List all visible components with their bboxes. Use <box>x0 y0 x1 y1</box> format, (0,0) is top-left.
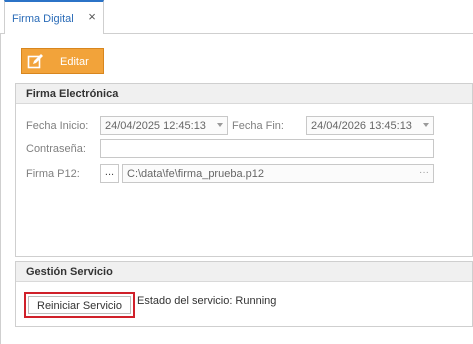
close-icon[interactable]: × <box>85 10 99 24</box>
end-date-value: 24/04/2026 13:45:13 <box>311 120 412 132</box>
service-group-header: Gestión Servicio <box>16 262 472 282</box>
tab-strip: Firma Digital × <box>0 0 473 35</box>
edit-button-label: Editar <box>60 56 89 68</box>
start-date-picker[interactable]: 24/04/2025 12:45:13 <box>100 116 228 135</box>
restart-service-button-face: Reiniciar Servicio <box>28 296 131 314</box>
password-label: Contraseña: <box>26 143 86 155</box>
restart-service-button[interactable]: Reiniciar Servicio <box>24 292 135 318</box>
signature-group-header: Firma Electrónica <box>16 84 472 104</box>
browse-button[interactable]: ... <box>100 164 119 183</box>
restart-service-label: Reiniciar Servicio <box>37 300 122 312</box>
signature-group-title: Firma Electrónica <box>26 88 119 100</box>
end-date-label: Fecha Fin: <box>232 120 284 132</box>
edit-icon <box>27 54 43 69</box>
p12-path-value: C:\data\fe\firma_prueba.p12 <box>127 168 264 180</box>
edit-button[interactable]: Editar <box>21 48 104 74</box>
more-icon[interactable]: ··· <box>419 167 429 178</box>
end-date-picker[interactable]: 24/04/2026 13:45:13 <box>306 116 434 135</box>
service-group-title: Gestión Servicio <box>26 266 113 278</box>
tab-label: Firma Digital <box>12 13 74 25</box>
password-field[interactable] <box>100 139 434 158</box>
chevron-down-icon[interactable] <box>423 123 429 127</box>
service-status-text: Estado del servicio: Running <box>137 295 277 307</box>
start-date-label: Fecha Inicio: <box>26 120 89 132</box>
start-date-value: 24/04/2025 12:45:13 <box>105 120 206 132</box>
tab-firma-digital[interactable]: Firma Digital × <box>4 0 104 35</box>
chevron-down-icon[interactable] <box>217 123 223 127</box>
p12-label: Firma P12: <box>26 168 80 180</box>
p12-path-field[interactable]: C:\data\fe\firma_prueba.p12 ··· <box>122 164 434 183</box>
